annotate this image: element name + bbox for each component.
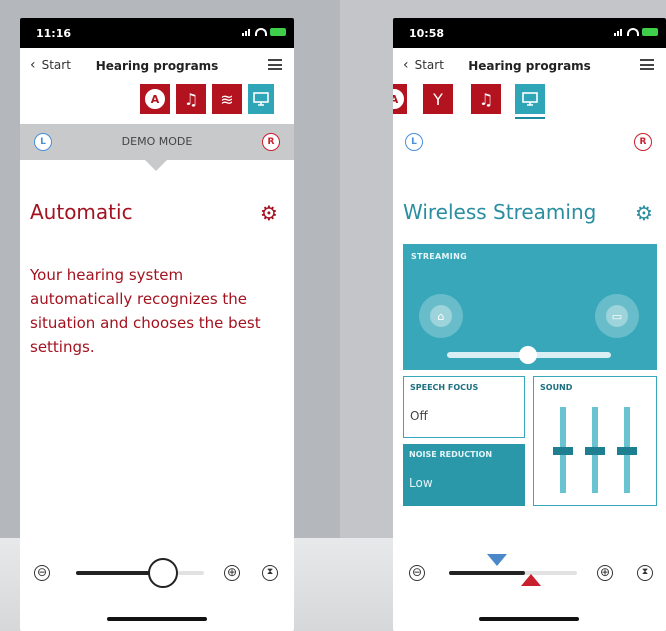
tab-music[interactable]: ♫ (471, 84, 501, 114)
automatic-a-icon: A (145, 89, 165, 109)
phone-screen-automatic: 11:16 ‹ Start Hearing programs A ♫ ≋ L D… (20, 18, 294, 631)
monitor-icon (522, 92, 538, 106)
gear-icon[interactable]: ⚙ (260, 201, 278, 225)
tab-streaming[interactable] (248, 84, 274, 114)
tv-source-button[interactable]: ▭ (595, 294, 639, 338)
volume-fill (449, 571, 525, 575)
speech-focus-tile[interactable]: SPEECH FOCUS Off (403, 376, 525, 438)
volume-thumb[interactable] (148, 558, 178, 588)
program-tabs: A Y ♫ (393, 82, 666, 122)
demo-mode-bar: L DEMO MODE R (20, 124, 294, 160)
program-title: Automatic (30, 200, 133, 224)
signal-icon (242, 28, 252, 36)
gear-icon[interactable]: ⚙ (635, 201, 653, 225)
status-icons (614, 28, 658, 36)
tab-automatic[interactable]: A (140, 84, 170, 114)
nav-bar: ‹ Start Hearing programs (393, 48, 666, 82)
automatic-a-icon: A (393, 89, 404, 109)
right-volume-marker[interactable] (521, 574, 541, 586)
streaming-label: STREAMING (411, 252, 467, 261)
left-ear-button[interactable]: L (405, 133, 423, 151)
status-bar: 10:58 (393, 18, 666, 48)
tab-noise[interactable]: ≋ (212, 84, 242, 114)
eq-bass-knob[interactable] (553, 447, 573, 455)
streaming-panel: STREAMING ⌂ ▭ (403, 244, 657, 370)
tab-party[interactable]: Y (423, 84, 453, 114)
page-title: Hearing programs (95, 59, 219, 73)
eq-mid-knob[interactable] (585, 447, 605, 455)
hourglass-icon[interactable]: ⧗ (637, 565, 653, 581)
program-title: Wireless Streaming (403, 200, 597, 224)
program-tabs: A ♫ ≋ (20, 82, 294, 122)
volume-control: ⊖ ⊕ ⧗ (20, 558, 294, 588)
monitor-icon (253, 92, 269, 106)
monitor-icon: ▭ (606, 305, 628, 327)
sound-tile[interactable]: SOUND (533, 376, 657, 506)
tab-music[interactable]: ♫ (176, 84, 206, 114)
eq-treble-knob[interactable] (617, 447, 637, 455)
nav-bar: ‹ Start Hearing programs (20, 48, 294, 82)
home-indicator (107, 617, 207, 621)
hourglass-icon[interactable]: ⧗ (262, 565, 278, 581)
status-time: 11:16 (36, 27, 72, 40)
volume-down-button[interactable]: ⊖ (34, 565, 50, 581)
page-title: Hearing programs (468, 59, 591, 73)
volume-up-button[interactable]: ⊕ (224, 565, 240, 581)
noise-reduction-tile[interactable]: NOISE REDUCTION Low (403, 444, 525, 506)
cocktail-icon: Y (433, 89, 443, 109)
status-bar: 11:16 (20, 18, 294, 48)
active-tab-underline (515, 117, 545, 119)
demo-mode-label: DEMO MODE (121, 135, 193, 148)
wifi-icon (627, 28, 639, 36)
sound-label: SOUND (540, 383, 573, 392)
tab-streaming[interactable] (515, 84, 545, 114)
noise-reduction-label: NOISE REDUCTION (409, 450, 493, 459)
demo-pointer (144, 159, 168, 171)
volume-up-button[interactable]: ⊕ (597, 565, 613, 581)
speech-focus-value: Off (410, 409, 428, 423)
program-description: Your hearing system automatically recogn… (30, 266, 261, 356)
music-note-icon: ♫ (183, 89, 199, 109)
volume-down-button[interactable]: ⊖ (409, 565, 425, 581)
home-indicator (479, 617, 579, 621)
tab-automatic[interactable]: A (393, 84, 407, 114)
menu-icon[interactable] (640, 59, 654, 70)
music-note-icon: ♫ (478, 89, 494, 109)
left-volume-marker[interactable] (487, 554, 507, 566)
noise-reduction-value: Low (409, 476, 433, 490)
menu-icon[interactable] (268, 59, 282, 70)
right-ear-button[interactable]: R (634, 133, 652, 151)
home-icon: ⌂ (430, 305, 452, 327)
wifi-icon (255, 28, 267, 36)
status-icons (242, 28, 286, 36)
streaming-balance-thumb[interactable] (519, 346, 537, 364)
signal-icon (614, 28, 624, 36)
battery-icon (642, 28, 658, 36)
speech-focus-label: SPEECH FOCUS (410, 383, 479, 392)
volume-control: ⊖ ⊕ ⧗ (393, 554, 666, 588)
right-ear-button[interactable]: R (262, 133, 280, 151)
status-time: 10:58 (409, 27, 445, 40)
phone-screen-streaming: 10:58 ‹ Start Hearing programs A Y ♫ L R… (393, 18, 666, 631)
waves-icon: ≋ (220, 89, 234, 109)
battery-icon (270, 28, 286, 36)
home-source-button[interactable]: ⌂ (419, 294, 463, 338)
